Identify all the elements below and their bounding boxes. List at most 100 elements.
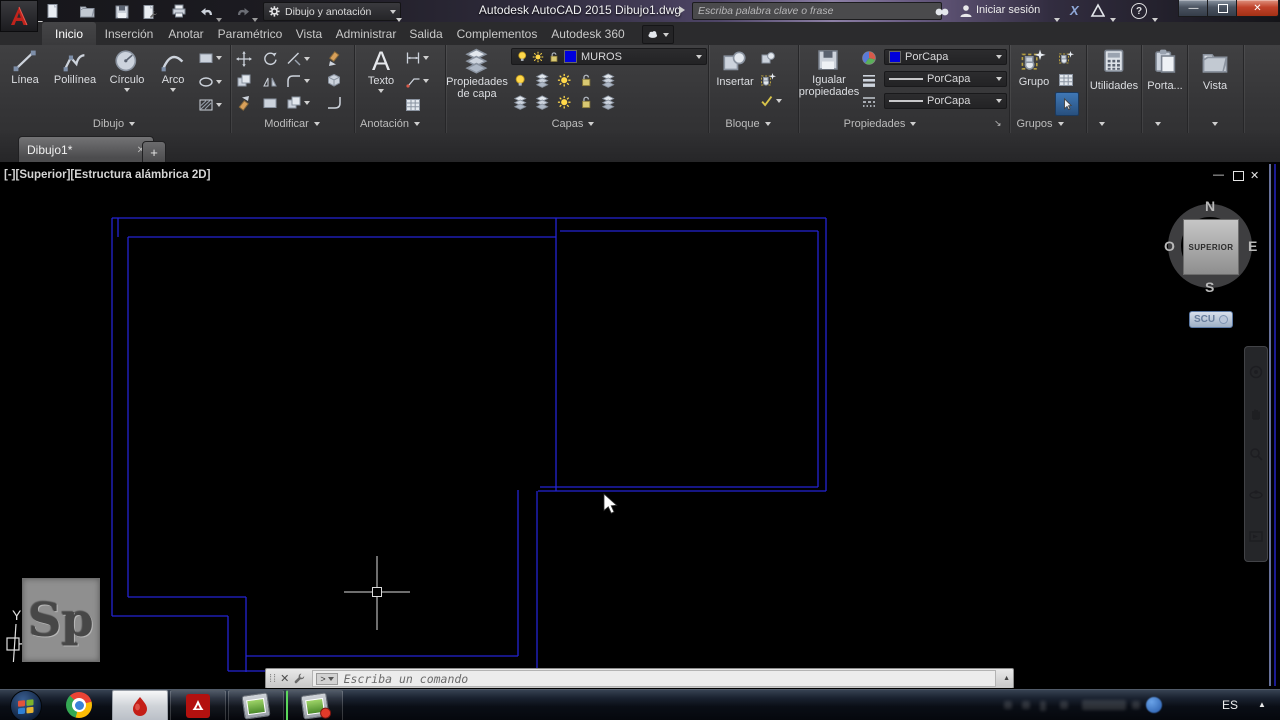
table-button[interactable] (405, 97, 421, 113)
create-block-button[interactable] (760, 50, 776, 66)
tray-expand-icon[interactable]: ▲ (1258, 700, 1266, 709)
tray-icon[interactable] (1060, 701, 1068, 709)
group-selection-toggle[interactable] (1055, 92, 1079, 116)
tray-icon[interactable] (1004, 701, 1012, 709)
dimension-button[interactable] (405, 50, 429, 66)
layer-on-off-button[interactable] (513, 95, 528, 110)
command-input[interactable]: > Escriba un comando (312, 670, 996, 687)
a360-icon[interactable] (1090, 3, 1105, 18)
minimize-button[interactable]: — (1178, 0, 1209, 17)
leader-button[interactable] (405, 73, 429, 89)
undo-button[interactable] (196, 2, 218, 20)
tab-administrar[interactable]: Administrar (330, 22, 402, 45)
polyline-button[interactable]: Polilínea (48, 48, 102, 86)
clipboard-panel-button[interactable]: Porta... (1143, 48, 1187, 92)
copy-button[interactable] (236, 73, 252, 89)
layer-unisolate-button[interactable] (535, 73, 550, 88)
scu-button[interactable]: SCU (1189, 311, 1233, 328)
insert-block-button[interactable]: Insertar (712, 48, 758, 88)
lineweight-dropdown[interactable]: PorCapa (884, 71, 1007, 87)
command-customize-wrench-icon[interactable] (289, 672, 310, 685)
panel-dibujo[interactable]: Dibujo (54, 114, 174, 133)
command-grip-icon[interactable]: ⁞⁞ (266, 673, 280, 685)
panel-vista[interactable] (1155, 114, 1275, 133)
viewcube-south[interactable]: S (1205, 279, 1214, 295)
tab-parametrico[interactable]: Paramétrico (212, 22, 288, 45)
erase-button[interactable] (326, 51, 342, 67)
scale-button[interactable] (262, 95, 278, 111)
layer-isolate-button[interactable] (513, 73, 528, 88)
close-button[interactable]: ✕ (1236, 0, 1279, 17)
ellipse-button[interactable] (198, 74, 222, 90)
save-button[interactable] (110, 2, 132, 20)
new-file-button[interactable] (42, 2, 64, 20)
move-button[interactable] (236, 51, 252, 67)
command-prompt-icon[interactable]: > (316, 673, 337, 685)
viewcube-north[interactable]: N (1205, 198, 1215, 214)
plot-button[interactable] (168, 2, 190, 20)
layer-properties-button[interactable]: Propiedadesde capa (448, 48, 506, 100)
open-file-button[interactable] (76, 2, 98, 20)
arc-button[interactable]: Arco (152, 48, 194, 92)
capture-app-taskbar-button[interactable] (228, 690, 284, 720)
language-indicator[interactable]: ES (1222, 698, 1238, 712)
line-button[interactable]: Línea (4, 48, 46, 86)
save-as-button[interactable] (138, 2, 160, 20)
tray-icon[interactable] (1022, 701, 1030, 709)
tray-icon[interactable] (1082, 700, 1126, 710)
chrome-taskbar-button[interactable] (66, 692, 92, 718)
help-icon[interactable]: ? (1131, 3, 1147, 19)
match-properties-button[interactable]: Igualarpropiedades (801, 48, 857, 98)
viewcube-face[interactable]: SUPERIOR (1183, 219, 1239, 275)
offset-button[interactable] (326, 95, 342, 111)
block-attributes-button[interactable] (760, 94, 782, 108)
explode-button[interactable] (326, 73, 342, 89)
file-tab-dibujo1[interactable]: Dibujo1* ✕ (18, 136, 154, 163)
new-drawing-tab-button[interactable]: + (142, 141, 166, 164)
ungroup-button[interactable] (1058, 50, 1074, 66)
hatch-button[interactable] (198, 97, 222, 113)
rotate-button[interactable] (262, 51, 278, 67)
recorder-app-taskbar-button[interactable] (286, 690, 343, 720)
zoom-icon[interactable] (1248, 446, 1264, 462)
group-edit-button[interactable] (1058, 72, 1074, 88)
application-menu-button[interactable] (0, 0, 38, 32)
media-browser-button[interactable] (642, 25, 674, 44)
object-color-dropdown[interactable]: PorCapa (884, 49, 1007, 65)
panel-capas[interactable]: Capas (513, 114, 633, 133)
layer-lock-button[interactable] (579, 73, 594, 88)
layer-previous-button[interactable] (535, 95, 550, 110)
tab-insercion[interactable]: Inserción (96, 22, 162, 45)
tray-icon[interactable] (1132, 701, 1140, 709)
tab-complementos[interactable]: Complementos (452, 22, 542, 45)
fillet-button[interactable] (286, 73, 310, 89)
panel-propiedades[interactable]: Propiedades (820, 114, 940, 133)
tray-network-icon[interactable] (1146, 697, 1162, 713)
trim-button[interactable] (286, 51, 310, 67)
redo-button[interactable] (232, 2, 254, 20)
mirror-button[interactable] (262, 73, 278, 89)
sign-in-button[interactable]: Iniciar sesión (976, 4, 1040, 16)
view-panel-button[interactable]: Vista (1189, 48, 1241, 92)
layer-unlock-button[interactable] (579, 95, 594, 110)
rectangle-button[interactable] (198, 50, 222, 66)
group-button[interactable]: Grupo (1012, 48, 1056, 88)
restore-button[interactable] (1207, 0, 1238, 17)
layer-dropdown[interactable]: MUROS (511, 48, 707, 65)
steering-wheel-icon[interactable] (1248, 364, 1264, 380)
adobe-reader-taskbar-button[interactable] (170, 690, 226, 720)
tab-salida[interactable]: Salida (402, 22, 450, 45)
tab-anotar[interactable]: Anotar (160, 22, 212, 45)
edit-block-button[interactable] (760, 72, 776, 88)
navigation-bar[interactable] (1244, 346, 1268, 562)
drawing-area[interactable]: [-][Superior][Estructura alámbrica 2D] —… (0, 162, 1280, 688)
command-line-window[interactable]: ⁞⁞ ✕ > Escriba un comando ▲ (265, 668, 1014, 689)
start-button[interactable] (10, 690, 42, 720)
viewcube-west[interactable]: O (1164, 238, 1175, 254)
tab-vista[interactable]: Vista (288, 22, 330, 45)
infocenter-collapse-icon[interactable] (679, 6, 685, 14)
stretch-button[interactable] (236, 95, 252, 111)
exchange-apps-icon[interactable]: X (1070, 3, 1079, 18)
utilities-panel-button[interactable]: Utilidades (1088, 48, 1140, 92)
circle-button[interactable]: Círculo (102, 48, 152, 92)
